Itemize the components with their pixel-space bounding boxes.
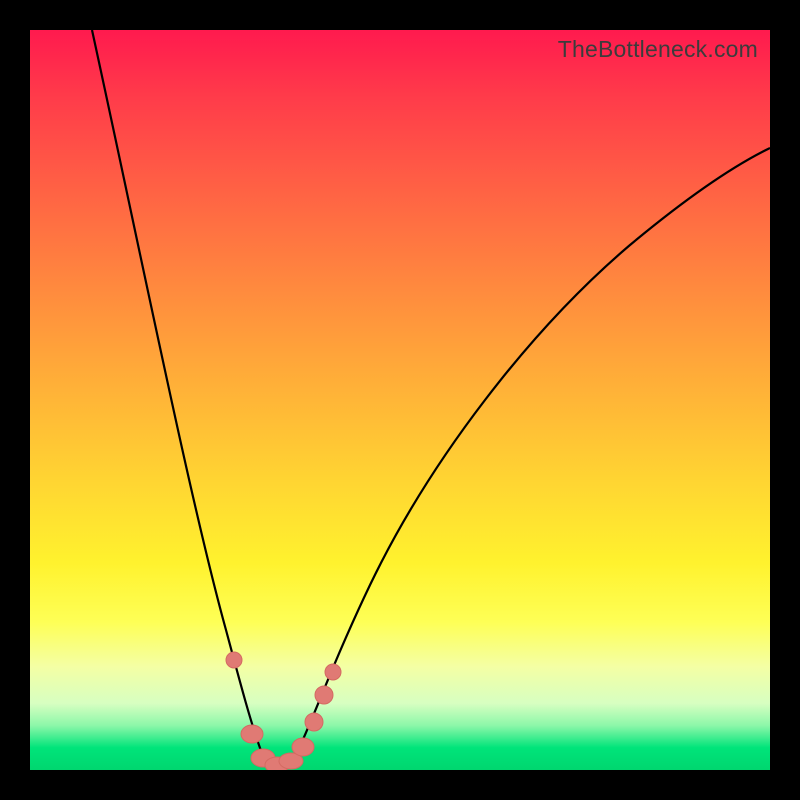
chart-svg xyxy=(30,30,770,770)
marker-dot xyxy=(292,738,314,756)
marker-dot xyxy=(305,713,323,731)
marker-dot xyxy=(241,725,263,743)
bottleneck-curve xyxy=(92,30,770,768)
chart-plot-area: TheBottleneck.com xyxy=(30,30,770,770)
chart-frame: TheBottleneck.com xyxy=(0,0,800,800)
marker-dot xyxy=(226,652,242,668)
marker-dot xyxy=(315,686,333,704)
highlight-markers xyxy=(226,652,341,770)
marker-dot xyxy=(325,664,341,680)
